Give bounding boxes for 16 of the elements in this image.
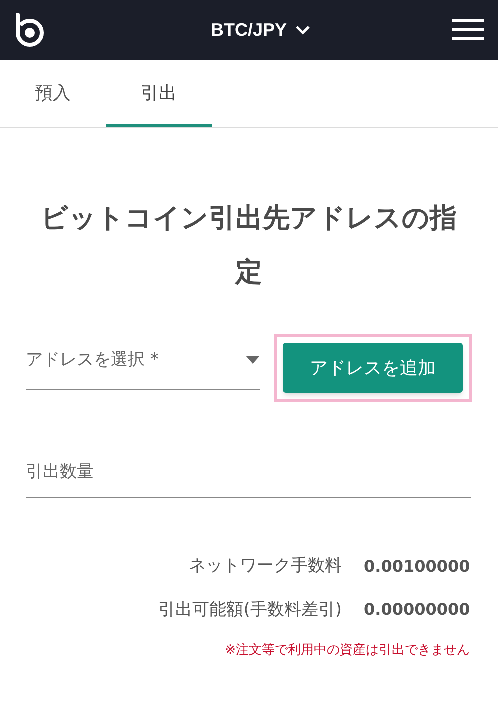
summary-value: 0.00000000 <box>364 599 470 622</box>
summary-label: ネットワーク手数料 <box>189 555 342 578</box>
pair-selector[interactable]: BTC/JPY <box>210 16 312 44</box>
menu-icon[interactable] <box>452 19 484 41</box>
summary-label: 引出可能額(手数料差引) <box>158 598 342 622</box>
chevron-down-icon <box>295 25 312 35</box>
summary-value: 0.00100000 <box>364 556 470 578</box>
amount-field[interactable]: 引出数量 <box>26 446 471 498</box>
warning-note: ※注文等で利用中の資産は引出できません <box>225 642 470 660</box>
tab[interactable]: 引出 <box>106 60 212 127</box>
address-select[interactable]: アドレスを選択 * <box>26 344 260 390</box>
add-address-button[interactable]: アドレスを追加 <box>283 343 463 393</box>
logo-icon[interactable] <box>14 13 46 47</box>
dropdown-arrow-icon <box>246 356 260 364</box>
page-title: ビットコイン引出先アドレスの指定 <box>40 202 458 290</box>
tab[interactable]: 預入 <box>0 60 106 127</box>
